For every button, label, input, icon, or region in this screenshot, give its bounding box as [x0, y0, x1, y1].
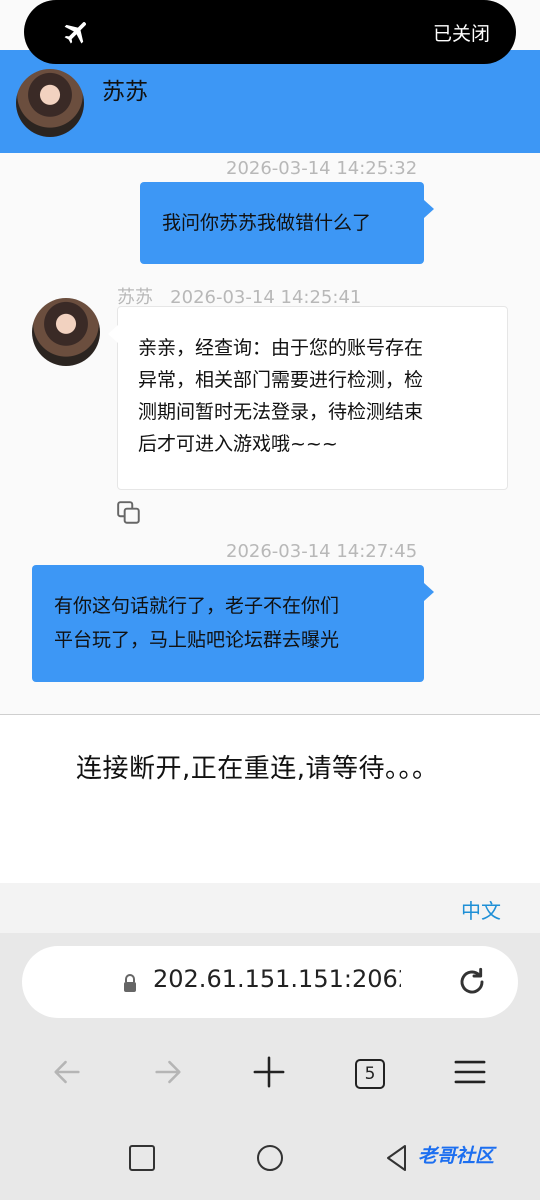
url-text[interactable]: 202.61.151.151:2062	[153, 965, 401, 993]
contact-name: 苏苏	[102, 79, 148, 105]
menu-icon[interactable]	[453, 1055, 487, 1089]
language-bar: 中文	[0, 883, 540, 933]
sender-avatar[interactable]	[32, 298, 100, 366]
message-line: 有你这句话就行了，老子不在你们	[54, 595, 340, 617]
connection-status-area: 连接断开,正在重连,请等待。。。	[0, 715, 540, 883]
message-text: 我问你苏苏我做错什么了	[162, 212, 372, 234]
back-triangle-icon[interactable]	[383, 1143, 413, 1173]
message-timestamp: 2026-03-14 14:27:45	[226, 541, 418, 562]
address-bar[interactable]: 202.61.151.151:2062	[22, 946, 518, 1018]
watermark-logo: 老哥社区	[418, 1145, 495, 1167]
message-timestamp: 2026-03-14 14:25:41	[170, 287, 362, 308]
back-arrow-icon[interactable]	[50, 1055, 84, 1089]
chat-header: 苏苏	[0, 50, 540, 153]
outgoing-message-bubble[interactable]: 我问你苏苏我做错什么了	[140, 182, 434, 264]
message-line: 亲亲，经查询：由于您的账号存在	[138, 337, 424, 359]
home-circle-icon[interactable]	[255, 1143, 285, 1173]
message-line: 异常，相关部门需要进行检测，检	[138, 369, 424, 391]
message-line: 后才可进入游戏哦~~~	[138, 433, 338, 455]
new-tab-plus-icon[interactable]	[252, 1055, 286, 1089]
airplane-mode-icon	[64, 22, 86, 44]
copy-icon[interactable]	[116, 500, 142, 526]
lock-icon	[124, 974, 136, 992]
language-switch-link[interactable]: 中文	[461, 895, 501, 924]
reconnect-message: 连接断开,正在重连,请等待。。。	[76, 754, 439, 784]
message-timestamp: 2026-03-14 14:25:32	[226, 158, 418, 179]
status-pill: 已关闭	[24, 0, 516, 64]
message-line: 平台玩了，马上贴吧论坛群去曝光	[54, 629, 340, 651]
status-closed-label: 已关闭	[432, 23, 490, 45]
incoming-message-bubble[interactable]: 亲亲，经查询：由于您的账号存在 异常，相关部门需要进行检测，检 测期间暂时无法登…	[108, 306, 508, 490]
recents-square-icon[interactable]	[127, 1143, 157, 1173]
forward-arrow-icon[interactable]	[151, 1055, 185, 1089]
outgoing-message-bubble[interactable]: 有你这句话就行了，老子不在你们 平台玩了，马上贴吧论坛群去曝光	[32, 565, 434, 682]
contact-avatar[interactable]	[16, 69, 84, 137]
reload-icon[interactable]	[456, 966, 488, 998]
message-line: 测期间暂时无法登录，待检测结束	[138, 401, 424, 423]
browser-chrome: 202.61.151.151:2062 5 老哥社区	[0, 933, 540, 1200]
tabs-button[interactable]: 5	[355, 1059, 385, 1089]
